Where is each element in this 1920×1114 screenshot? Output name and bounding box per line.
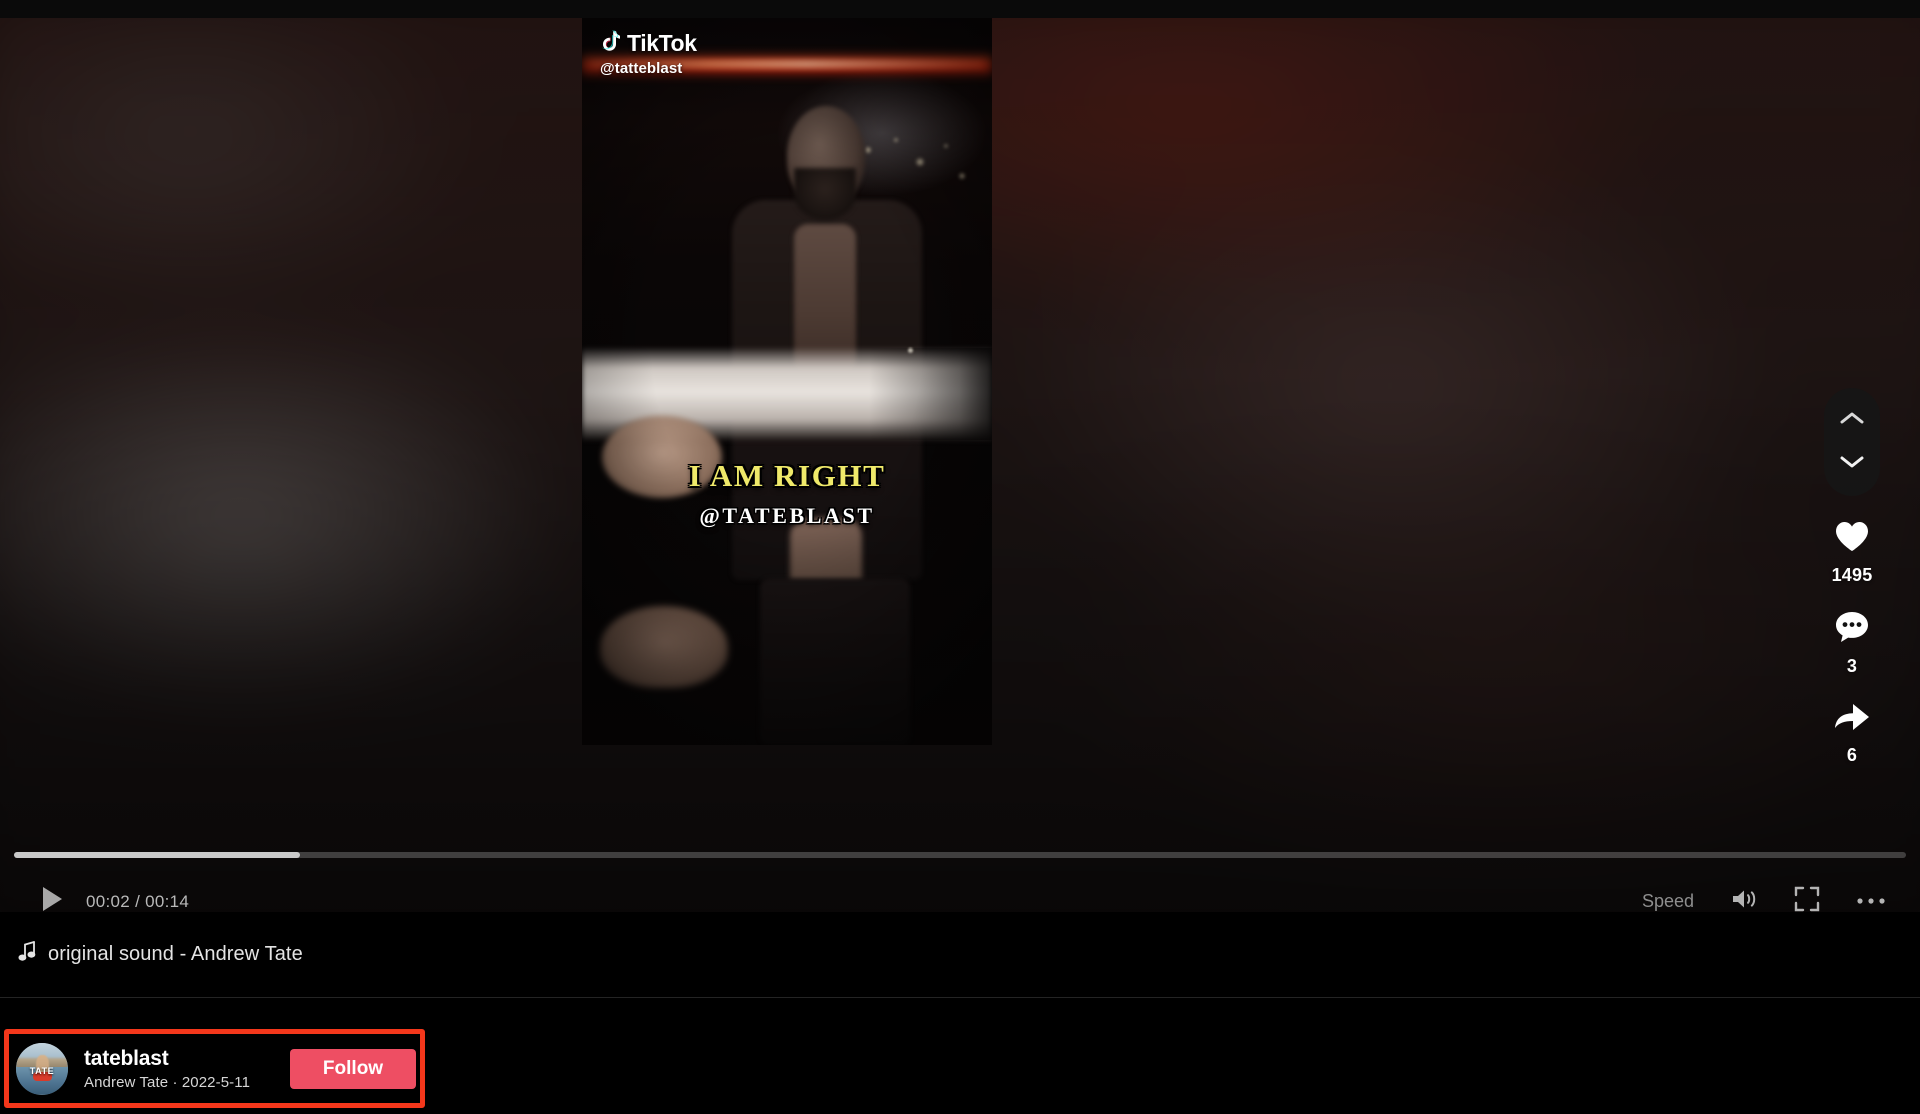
top-edge-bar (0, 0, 1920, 18)
player-controls-left: 00:02 / 00:14 (40, 873, 189, 912)
fullscreen-button[interactable] (1794, 886, 1820, 912)
tiktok-watermark: TikTok @tatteblast (600, 29, 697, 77)
volume-icon (1730, 887, 1758, 912)
speed-button[interactable]: Speed (1642, 891, 1694, 912)
comment-button[interactable]: 3 (1824, 610, 1880, 677)
avatar[interactable]: TATE (16, 1042, 68, 1095)
fullscreen-icon (1794, 886, 1820, 912)
volume-button[interactable] (1730, 887, 1758, 912)
player-controls: 00:02 / 00:14 Speed (0, 873, 1920, 912)
share-count: 6 (1846, 745, 1858, 765)
like-count: 1495 (1831, 565, 1873, 585)
watermark-username: @tatteblast (600, 60, 683, 77)
author-username[interactable]: tateblast (84, 1047, 250, 1071)
video-navigation-pill (1824, 388, 1880, 496)
play-icon (40, 885, 64, 912)
video-action-rail: 1495 3 6 (1824, 388, 1880, 766)
author-meta: Andrew Tate · 2022-5-11 (84, 1073, 251, 1091)
more-options-icon (1856, 893, 1886, 911)
tiktok-video-page: TikTok @tatteblast I AM RIGHT @TATEBLAST (0, 0, 1920, 1114)
like-button[interactable]: 1495 (1824, 520, 1880, 586)
share-button[interactable]: 6 (1824, 701, 1880, 766)
time-display: 00:02 / 00:14 (86, 891, 190, 911)
tiktok-note-icon (600, 29, 621, 57)
music-title: original sound - Andrew Tate (48, 943, 303, 965)
next-video-button[interactable] (1835, 447, 1869, 481)
progress-bar[interactable] (14, 852, 1906, 858)
comment-count: 3 (1846, 656, 1858, 676)
music-info-row[interactable]: original sound - Andrew Tate (0, 912, 1920, 998)
heart-icon (1834, 520, 1870, 558)
follow-button[interactable]: Follow (290, 1048, 416, 1089)
chevron-up-icon (1840, 411, 1864, 430)
player-controls-right: Speed (1642, 873, 1886, 912)
more-options-button[interactable] (1856, 893, 1886, 911)
avatar-label: TATE (29, 1066, 55, 1077)
watermark-brand: TikTok (627, 30, 697, 56)
video-caption-handle: @TATEBLAST (699, 503, 875, 528)
previous-video-button[interactable] (1835, 403, 1869, 437)
author-profile-row: TATE tateblast Andrew Tate · 2022-5-11 F… (16, 1038, 416, 1099)
music-note-icon (18, 941, 36, 968)
play-button[interactable] (40, 887, 66, 913)
video-player-stage[interactable]: TikTok @tatteblast I AM RIGHT @TATEBLAST (0, 18, 1920, 912)
video-frame[interactable]: TikTok @tatteblast I AM RIGHT @TATEBLAST (582, 18, 992, 745)
video-caption-main: I AM RIGHT (688, 458, 886, 493)
share-icon (1833, 701, 1871, 738)
progress-bar-fill (14, 852, 300, 858)
chevron-down-icon (1840, 455, 1864, 474)
comment-icon (1834, 610, 1870, 649)
video-vignette (582, 18, 992, 745)
author-text-block: tateblast Andrew Tate · 2022-5-11 (84, 1047, 250, 1091)
